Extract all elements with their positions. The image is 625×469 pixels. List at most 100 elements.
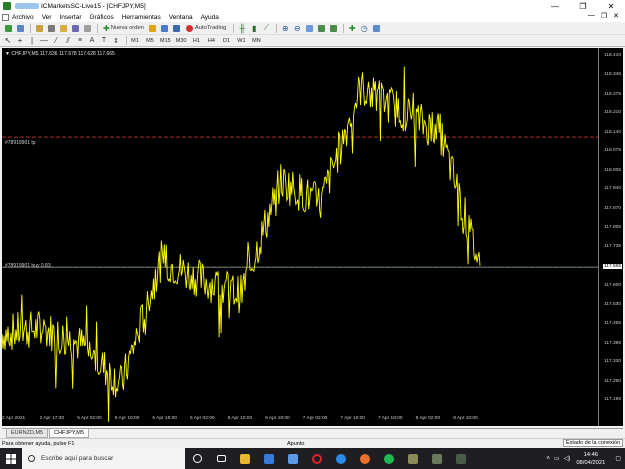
arrows-icon[interactable]: ⇕ bbox=[111, 36, 121, 46]
mail-icon[interactable] bbox=[257, 448, 281, 469]
navigator-icon[interactable] bbox=[58, 23, 68, 33]
close-button[interactable]: ✕ bbox=[597, 0, 625, 12]
mdi-restore-button[interactable]: ❐ bbox=[601, 12, 607, 20]
volume-icon[interactable]: ◁) bbox=[564, 455, 571, 462]
metaeditor-icon[interactable] bbox=[148, 23, 158, 33]
tf-m15[interactable]: M15 bbox=[160, 36, 171, 46]
data-window-icon[interactable] bbox=[46, 23, 56, 33]
candlestick-icon[interactable]: ▮ bbox=[249, 23, 259, 33]
autoscroll-icon[interactable] bbox=[316, 23, 326, 33]
taskbar-search[interactable]: Escribe aquí para buscar bbox=[22, 448, 185, 469]
terminal-icon[interactable] bbox=[70, 23, 80, 33]
menu-archivo[interactable]: Archivo bbox=[12, 14, 34, 21]
new-order-label: Nueva orden bbox=[110, 25, 144, 31]
connection-status[interactable]: Estado de la conexión bbox=[563, 439, 624, 447]
line-chart-icon[interactable]: ⟋ bbox=[261, 23, 271, 33]
crosshair-icon[interactable]: + bbox=[15, 36, 25, 46]
fibonacci-icon[interactable]: ≡ bbox=[75, 36, 85, 46]
start-button[interactable] bbox=[0, 448, 22, 469]
label-icon[interactable]: T bbox=[99, 36, 109, 46]
menu-graficos[interactable]: Gráficos bbox=[90, 14, 114, 21]
menu-ver[interactable]: Ver bbox=[42, 14, 52, 21]
tf-d1[interactable]: D1 bbox=[221, 36, 231, 46]
tf-h4[interactable]: H4 bbox=[206, 36, 216, 46]
notifications-icon[interactable]: ▢ bbox=[615, 455, 621, 462]
tf-m5[interactable]: M5 bbox=[145, 36, 155, 46]
price-tick: 117.195 bbox=[604, 397, 621, 403]
time-tick: 8 Apr 10:00 bbox=[453, 416, 478, 421]
menu-insertar[interactable]: Insertar bbox=[59, 14, 81, 21]
store-icon[interactable] bbox=[281, 448, 305, 469]
channel-icon[interactable]: ⫽ bbox=[63, 36, 73, 46]
tab-chfjpy[interactable]: CHFJPY,M5 bbox=[49, 429, 89, 438]
menu-ayuda[interactable]: Ayuda bbox=[201, 14, 219, 21]
clock[interactable]: 14:46 08/04/2021 bbox=[576, 451, 605, 467]
opera-icon[interactable] bbox=[305, 448, 329, 469]
metatrader-icon-2[interactable] bbox=[425, 448, 449, 469]
terminal-app-icon[interactable] bbox=[449, 448, 473, 469]
firefox-icon[interactable] bbox=[353, 448, 377, 469]
price-tick: 117.870 bbox=[604, 206, 621, 212]
templates-icon[interactable] bbox=[371, 23, 381, 33]
mdi-close-button[interactable]: ✕ bbox=[613, 12, 619, 20]
text-icon[interactable]: A bbox=[87, 36, 97, 46]
new-order-button[interactable]: ✚ Nueva orden bbox=[101, 23, 146, 33]
chart-shift-icon[interactable] bbox=[328, 23, 338, 33]
zoom-in-icon[interactable]: ⊕ bbox=[280, 23, 290, 33]
file-explorer-icon[interactable] bbox=[233, 448, 257, 469]
menu-ventana[interactable]: Ventana bbox=[169, 14, 193, 21]
price-tick: 117.600 bbox=[604, 282, 621, 288]
trendline-icon[interactable]: ⁄ bbox=[51, 36, 61, 46]
metatrader-icon[interactable] bbox=[401, 448, 425, 469]
edge-icon[interactable] bbox=[329, 448, 353, 469]
network-icon[interactable]: ▭ bbox=[554, 455, 560, 462]
spotify-icon[interactable] bbox=[377, 448, 401, 469]
menu-herramientas[interactable]: Herramientas bbox=[122, 14, 161, 21]
minimize-button[interactable]: — bbox=[541, 0, 569, 12]
price-tick: 118.210 bbox=[604, 110, 621, 116]
chart-tabs: EURNZD,M5 CHFJPY,M5 bbox=[2, 428, 623, 438]
price-chart[interactable]: ▼ CHFJPY,M5 117.636 117.678 117.628 117.… bbox=[2, 48, 623, 426]
tf-m1[interactable]: M1 bbox=[130, 36, 140, 46]
cursor-icon[interactable]: ↖ bbox=[3, 36, 13, 46]
market-watch-icon[interactable] bbox=[34, 23, 44, 33]
bar-chart-icon[interactable]: ╫ bbox=[237, 23, 247, 33]
task-view-icon[interactable] bbox=[209, 448, 233, 469]
document-icon[interactable] bbox=[2, 13, 9, 21]
tester-icon[interactable] bbox=[82, 23, 92, 33]
tf-h1[interactable]: H1 bbox=[191, 36, 201, 46]
indicators-icon[interactable]: ✚ bbox=[347, 23, 357, 33]
tf-w1[interactable]: W1 bbox=[236, 36, 246, 46]
time-tick: 6 Apr 02:00 bbox=[190, 416, 215, 421]
help-text: Para obtener ayuda, pulse F1 bbox=[2, 440, 75, 447]
profiles-icon[interactable] bbox=[15, 23, 25, 33]
periods-icon[interactable]: ◷ bbox=[359, 23, 369, 33]
autotrading-label: AutoTrading bbox=[194, 25, 227, 31]
maximize-button[interactable]: ❐ bbox=[569, 0, 597, 12]
tray-arrow-icon[interactable]: ˄ bbox=[547, 456, 551, 462]
tile-windows-icon[interactable] bbox=[304, 23, 314, 33]
horizontal-line-icon[interactable]: — bbox=[39, 36, 49, 46]
price-axis[interactable]: 118.410 118.345 118.275 118.210 118.140 118.0… bbox=[598, 48, 623, 426]
time-tick: 8 Apr 02:00 bbox=[415, 416, 441, 421]
tab-eurnzd[interactable]: EURNZD,M5 bbox=[6, 429, 49, 438]
plus-icon: ✚ bbox=[103, 23, 110, 33]
order-tp-label: #78919901 tp bbox=[5, 140, 36, 146]
windows-icon bbox=[6, 453, 16, 464]
cortana-icon[interactable] bbox=[185, 448, 209, 469]
zoom-out-icon[interactable]: ⊖ bbox=[292, 23, 302, 33]
time-tick: 7 Apr 02:00 bbox=[302, 416, 328, 421]
current-price-label: 117.665 bbox=[603, 264, 622, 270]
mdi-minimize-button[interactable]: — bbox=[588, 12, 595, 20]
signals-icon[interactable] bbox=[160, 23, 170, 33]
price-tick: 117.805 bbox=[604, 224, 621, 230]
market-icon[interactable] bbox=[172, 23, 182, 33]
time-tick: 5 Apr 18:00 bbox=[152, 416, 177, 421]
price-tick: 118.275 bbox=[604, 91, 621, 97]
vertical-line-icon[interactable]: | bbox=[27, 36, 37, 46]
new-chart-icon[interactable] bbox=[3, 23, 13, 33]
tf-mn[interactable]: MN bbox=[251, 36, 261, 46]
autotrading-button[interactable]: AutoTrading bbox=[184, 23, 228, 33]
tf-m30[interactable]: M30 bbox=[176, 36, 187, 46]
price-tick: 118.075 bbox=[604, 148, 621, 154]
